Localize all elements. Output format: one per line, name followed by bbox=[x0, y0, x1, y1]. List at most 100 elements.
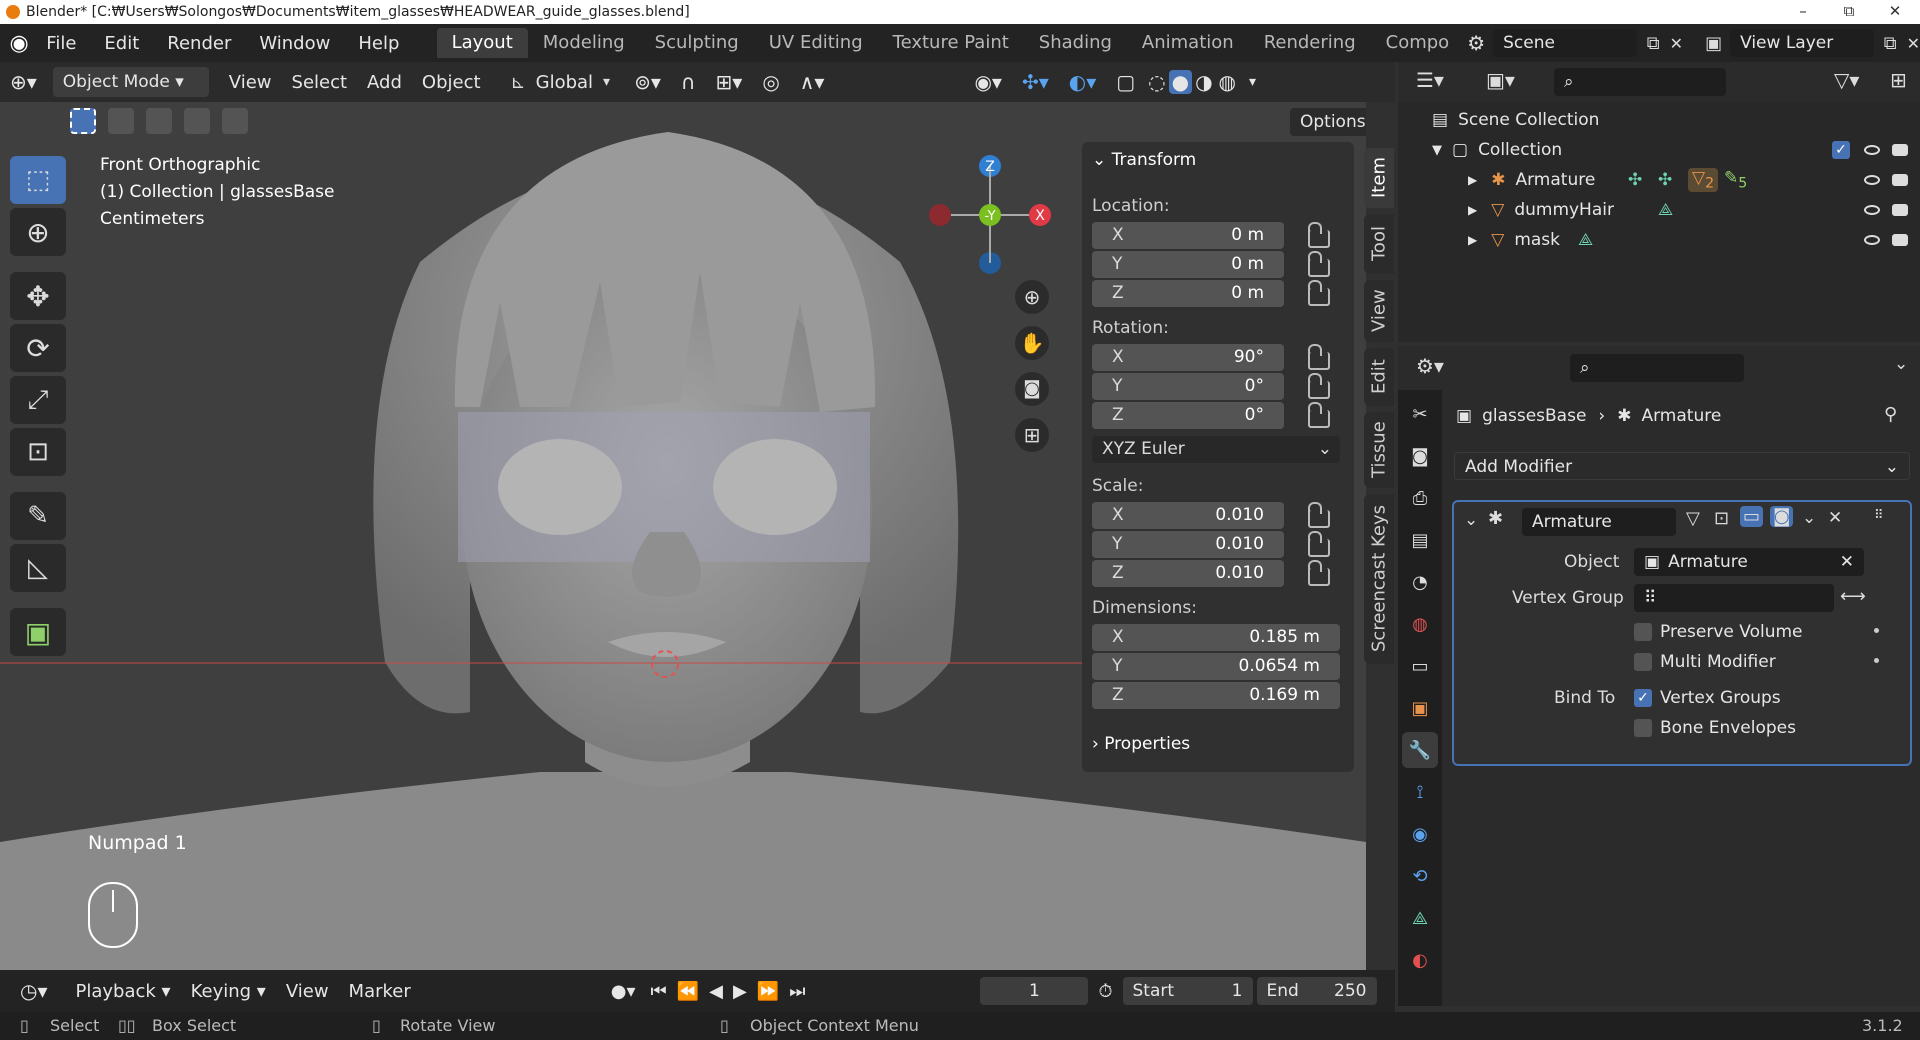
outliner-editor-icon[interactable]: ☰▾ bbox=[1416, 68, 1444, 92]
menu-file[interactable]: File bbox=[32, 33, 90, 54]
location-z-field[interactable]: Z 0 m bbox=[1092, 280, 1284, 307]
xray-icon[interactable]: ▢ bbox=[1106, 70, 1145, 94]
chevron-down-icon[interactable]: ⌄ bbox=[1894, 354, 1908, 374]
transform-header[interactable]: ⌄ Transform bbox=[1092, 150, 1196, 170]
add-modifier-dropdown[interactable]: Add Modifier ⌄ bbox=[1454, 452, 1910, 480]
select-invert-icon[interactable] bbox=[184, 108, 210, 134]
remove-modifier-icon[interactable]: ✕ bbox=[1828, 508, 1842, 528]
grid-toggle-icon[interactable]: ⊞ bbox=[1015, 418, 1049, 452]
select-new-icon[interactable] bbox=[70, 108, 96, 134]
tab-compositing[interactable]: Compo bbox=[1371, 28, 1456, 58]
output-tab-icon[interactable]: ⎙ bbox=[1402, 480, 1438, 516]
playback-menu[interactable]: Playback ▾ bbox=[66, 981, 181, 1002]
outliner-row-collection[interactable]: ▼ ▢ Collection ✓ bbox=[1432, 136, 1916, 164]
collapse-icon[interactable]: ⌄ bbox=[1464, 510, 1478, 530]
menu-object[interactable]: Object bbox=[412, 72, 491, 93]
object-field[interactable]: ▣ Armature ✕ bbox=[1634, 548, 1864, 576]
remove-scene-icon[interactable]: ✕ bbox=[1670, 34, 1683, 53]
edit-mode-toggle-icon[interactable]: ▽ bbox=[1686, 508, 1700, 529]
display-mode-icon[interactable]: ▣▾ bbox=[1486, 68, 1515, 92]
camera-icon[interactable] bbox=[1892, 174, 1908, 186]
scale-y-field[interactable]: Y 0.010 bbox=[1092, 531, 1284, 558]
data-tab-icon[interactable]: ⟁ bbox=[1402, 900, 1438, 936]
tool-tab-icon[interactable]: ✂ bbox=[1402, 396, 1438, 432]
tab-shading[interactable]: Shading bbox=[1024, 28, 1127, 58]
mesh-children-icon[interactable]: ▽2 bbox=[1688, 168, 1719, 192]
menu-window[interactable]: Window bbox=[245, 33, 344, 54]
side-tab-item[interactable]: Item bbox=[1364, 148, 1394, 208]
exclude-checkbox[interactable]: ✓ bbox=[1832, 141, 1850, 159]
view-layer-icon[interactable]: ▣ bbox=[1705, 33, 1722, 54]
outliner-row-scene-collection[interactable]: ▤ Scene Collection bbox=[1432, 106, 1599, 134]
current-frame-field[interactable]: 1 bbox=[980, 977, 1089, 1005]
expand-arrow-icon[interactable]: ▶ bbox=[1468, 203, 1477, 217]
location-x-field[interactable]: X 0 m bbox=[1092, 222, 1284, 249]
clear-icon[interactable]: ✕ bbox=[1840, 548, 1854, 576]
rotation-x-field[interactable]: X 90° bbox=[1092, 344, 1284, 371]
side-tab-edit[interactable]: Edit bbox=[1364, 348, 1394, 406]
select-intersect-icon[interactable] bbox=[222, 108, 248, 134]
cursor-tool-icon[interactable]: ⊕ bbox=[10, 208, 66, 256]
menu-help[interactable]: Help bbox=[344, 33, 413, 54]
vertex-group-field[interactable]: ⠿ bbox=[1634, 584, 1834, 612]
location-y-field[interactable]: Y 0 m bbox=[1092, 251, 1284, 278]
new-scene-icon[interactable]: ⧉ bbox=[1647, 33, 1660, 54]
animate-dot-icon[interactable] bbox=[1874, 658, 1879, 663]
dimensions-z-field[interactable]: Z 0.169 m bbox=[1092, 682, 1340, 709]
modifier-children-icon[interactable]: ✎5 bbox=[1724, 168, 1747, 191]
expand-arrow-icon[interactable]: ▶ bbox=[1468, 233, 1477, 247]
eye-icon[interactable] bbox=[1864, 205, 1880, 215]
menu-select[interactable]: Select bbox=[282, 72, 358, 93]
object-tab-icon[interactable]: ▣ bbox=[1402, 690, 1438, 726]
lock-icon[interactable] bbox=[1308, 222, 1330, 248]
scene-icon[interactable]: ⚙ bbox=[1467, 31, 1485, 55]
lock-icon[interactable] bbox=[1308, 373, 1330, 399]
rotate-tool-icon[interactable]: ⟳ bbox=[10, 324, 66, 372]
view-layer-field[interactable]: View Layer bbox=[1730, 29, 1874, 57]
properties-search-input[interactable]: ⌕ bbox=[1570, 354, 1744, 382]
lock-icon[interactable] bbox=[1308, 402, 1330, 428]
jump-start-icon[interactable]: ⏮ bbox=[646, 981, 672, 1002]
modifier-name-field[interactable]: Armature bbox=[1522, 508, 1676, 536]
outliner-search-input[interactable]: ⌕ bbox=[1554, 68, 1726, 96]
select-extend-icon[interactable] bbox=[108, 108, 134, 134]
eye-icon[interactable] bbox=[1864, 235, 1880, 245]
drag-handle-icon[interactable]: ⠿ bbox=[1874, 508, 1884, 523]
properties-editor-icon[interactable]: ⚙▾ bbox=[1416, 354, 1444, 378]
pivot-icon[interactable]: ⊚▾ bbox=[624, 70, 671, 94]
close-window-button[interactable]: ✕ bbox=[1872, 0, 1918, 24]
overlay-toggle-icon[interactable]: ◐▾ bbox=[1059, 70, 1107, 94]
particles-tab-icon[interactable]: ⟟ bbox=[1402, 774, 1438, 810]
lock-icon[interactable] bbox=[1308, 280, 1330, 306]
zoom-icon[interactable]: ⊕ bbox=[1015, 280, 1049, 314]
shading-options-icon[interactable]: ▾ bbox=[1239, 74, 1266, 90]
camera-icon[interactable] bbox=[1892, 144, 1908, 156]
tab-modeling[interactable]: Modeling bbox=[528, 28, 640, 58]
rotation-z-field[interactable]: Z 0° bbox=[1092, 402, 1284, 429]
collection-tab-icon[interactable]: ▭ bbox=[1402, 648, 1438, 684]
physics-tab-icon[interactable]: ◉ bbox=[1402, 816, 1438, 852]
start-frame-field[interactable]: Start 1 bbox=[1122, 977, 1253, 1005]
select-box-tool-icon[interactable]: ⬚ bbox=[10, 156, 66, 204]
invert-vertex-group-icon[interactable]: ⟷ bbox=[1840, 586, 1866, 607]
orientation-dropdown[interactable]: Global bbox=[526, 72, 603, 93]
tab-rendering[interactable]: Rendering bbox=[1249, 28, 1371, 58]
rotation-y-field[interactable]: Y 0° bbox=[1092, 373, 1284, 400]
animate-dot-icon[interactable] bbox=[1874, 628, 1879, 633]
vertex-groups-checkbox[interactable]: ✓ bbox=[1634, 689, 1652, 707]
view-layer-tab-icon[interactable]: ▤ bbox=[1402, 522, 1438, 558]
scale-tool-icon[interactable]: ⤢ bbox=[10, 376, 66, 424]
jump-keyframe-icon[interactable]: ⏪ bbox=[672, 981, 704, 1002]
annotate-tool-icon[interactable]: ✎ bbox=[10, 492, 66, 540]
play-reverse-icon[interactable]: ◀ bbox=[704, 981, 728, 1002]
pin-icon[interactable]: ⚲ bbox=[1884, 404, 1897, 425]
outliner-row-dummyhair[interactable]: ▶ ▽ dummyHair ⟁ bbox=[1468, 196, 1916, 224]
expand-arrow-icon[interactable]: ▶ bbox=[1468, 173, 1477, 187]
realtime-toggle-icon[interactable]: ▭ bbox=[1740, 506, 1764, 527]
timeline-view-menu[interactable]: View bbox=[276, 981, 339, 1002]
stopwatch-icon[interactable]: ⏱ bbox=[1088, 981, 1122, 1002]
jump-end-icon[interactable]: ⏭ bbox=[784, 981, 810, 1002]
new-view-layer-icon[interactable]: ⧉ bbox=[1884, 33, 1897, 54]
constraints-tab-icon[interactable]: ⟲ bbox=[1402, 858, 1438, 894]
world-tab-icon[interactable]: ◍ bbox=[1402, 606, 1438, 642]
